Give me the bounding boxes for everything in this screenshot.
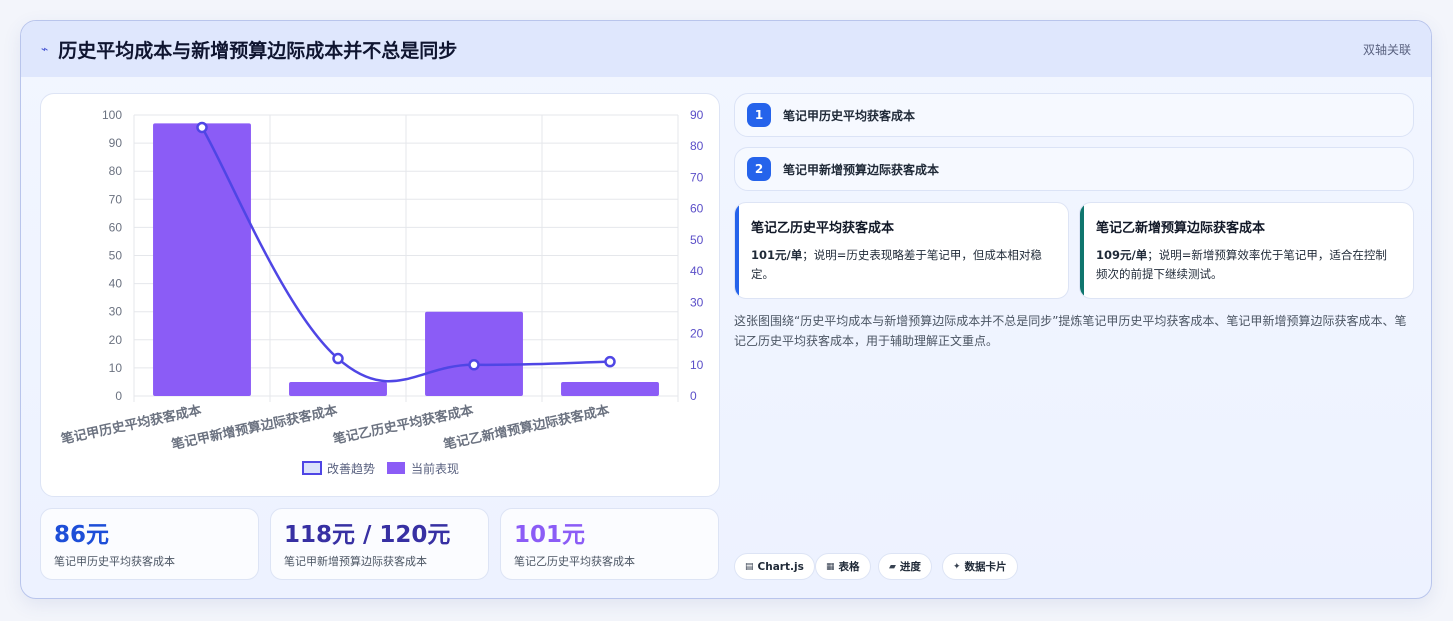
y-right-tick-label: 90 [690, 108, 704, 122]
step-label: 笔记甲历史平均获客成本 [783, 108, 916, 123]
y-left-tick-label: 20 [109, 333, 123, 347]
note-card-1: 笔记乙历史平均获客成本 101元/单；说明=历史表现略差于笔记甲，但成本相对稳定… [734, 202, 1069, 299]
kpi-card-2: 118元 / 120元 笔记甲新增预算边际获客成本 [270, 508, 489, 580]
table-icon: ▦ [826, 561, 835, 572]
tag-data-card[interactable]: ✦ 数据卡片 [942, 553, 1018, 580]
step-item-1: 1 笔记甲历史平均获客成本 [734, 93, 1414, 137]
note-accent-bar [1080, 203, 1084, 298]
note-body: 101元/单；说明=历史表现略差于笔记甲，但成本相对稳定。 [751, 246, 1052, 284]
step-item-2: 2 笔记甲新增预算边际获客成本 [734, 147, 1414, 191]
y-right-tick-label: 10 [690, 358, 704, 372]
step-number: 1 [747, 103, 771, 127]
tag-progress[interactable]: ▰ 进度 [878, 553, 932, 580]
y-left-tick-label: 10 [109, 361, 123, 375]
note-title: 笔记乙历史平均获客成本 [751, 221, 895, 236]
y-right-tick-label: 30 [690, 295, 704, 309]
note-value: 109元/单 [1096, 248, 1148, 262]
sparkle-icon: ✦ [953, 561, 961, 572]
tag-table[interactable]: ▦ 表格 [815, 553, 871, 580]
y-left-tick-label: 60 [109, 220, 123, 234]
note-body: 109元/单；说明=新增预算效率优于笔记甲，适合在控制频次的前提下继续测试。 [1096, 246, 1397, 284]
chart-panel: 0 10 20 30 40 50 60 70 80 90 100 0 10 20 30 40 50 60 70 80 9… [40, 93, 720, 497]
legend-swatch-trend [302, 461, 322, 475]
trend-point-1 [196, 121, 208, 134]
y-left-tick-label: 90 [109, 136, 123, 150]
combo-chart: 0 10 20 30 40 50 60 70 80 90 100 0 10 20 30 40 50 60 70 80 9… [60, 108, 704, 476]
note-value: 101元/单 [751, 248, 803, 262]
summary-text: 这张图围绕“历史平均成本与新增预算边际成本并不总是同步”提炼笔记甲历史平均获客成… [734, 314, 1407, 348]
y-right-tick-label: 50 [690, 233, 704, 247]
tag-label: 数据卡片 [964, 561, 1007, 573]
bar-3 [425, 311, 523, 396]
legend-label-trend: 改善趋势 [327, 461, 375, 476]
y-right-tick-label: 70 [690, 170, 704, 184]
y-left-tick-label: 70 [109, 192, 123, 206]
progress-icon: ▰ [889, 561, 896, 572]
tag-label: 表格 [838, 561, 860, 573]
step-label: 笔记甲新增预算边际获客成本 [783, 162, 940, 177]
y-right-tick-label: 0 [690, 389, 697, 403]
dual-axis-badge: 双轴关联 [1362, 43, 1411, 57]
y-right-tick-label: 60 [690, 202, 704, 216]
y-left-tick-label: 80 [109, 164, 123, 178]
kpi-label: 笔记甲新增预算边际获客成本 [284, 555, 427, 568]
trend-point-4 [604, 355, 616, 368]
kpi-value: 86元 [54, 522, 110, 548]
kpi-value: 101元 [514, 522, 586, 548]
kpi-label: 笔记乙历史平均获客成本 [514, 555, 635, 568]
kpi-card-3: 101元 笔记乙历史平均获客成本 [500, 508, 719, 580]
trend-point-3 [468, 359, 480, 371]
y-left-tick-label: 100 [102, 108, 122, 122]
kpi-label: 笔记甲历史平均获客成本 [54, 555, 175, 568]
bar-2 [289, 381, 387, 396]
step-number: 2 [747, 157, 771, 181]
y-right-tick-label: 40 [690, 264, 704, 278]
kpi-value: 118元 / 120元 [284, 522, 451, 548]
note-accent-bar [735, 203, 739, 298]
y-right-tick-label: 80 [690, 139, 704, 153]
y-left-tick-label: 40 [109, 277, 123, 291]
y-left-tick-label: 50 [109, 249, 123, 263]
y-right-tick-label: 20 [690, 327, 704, 341]
tag-label: 进度 [899, 561, 921, 573]
chart-trend-icon: ⌁ [41, 42, 49, 56]
note-title: 笔记乙新增预算边际获客成本 [1096, 221, 1266, 236]
y-left-tick-label: 30 [109, 305, 123, 319]
bar-1 [153, 123, 251, 397]
page-title: 历史平均成本与新增预算边际成本并不总是同步 [58, 39, 458, 62]
kpi-card-1: 86元 笔记甲历史平均获客成本 [40, 508, 259, 580]
legend-label-bar: 当前表现 [411, 461, 459, 476]
tag-chartjs[interactable]: ▤ Chart.js [734, 553, 815, 580]
note-card-2: 笔记乙新增预算边际获客成本 109元/单；说明=新增预算效率优于笔记甲，适合在控… [1079, 202, 1414, 299]
legend-swatch-bar [387, 462, 405, 474]
card-header: ⌁ 历史平均成本与新增预算边际成本并不总是同步 双轴关联 [21, 21, 1431, 77]
y-left-tick-label: 0 [115, 389, 122, 403]
main-card: ⌁ 历史平均成本与新增预算边际成本并不总是同步 双轴关联 0 10 20 30 40 50… [20, 20, 1432, 599]
tag-label: Chart.js [757, 560, 804, 573]
trend-point-2 [332, 352, 344, 365]
bar-4 [561, 381, 659, 396]
chart-icon: ▤ [745, 561, 754, 572]
